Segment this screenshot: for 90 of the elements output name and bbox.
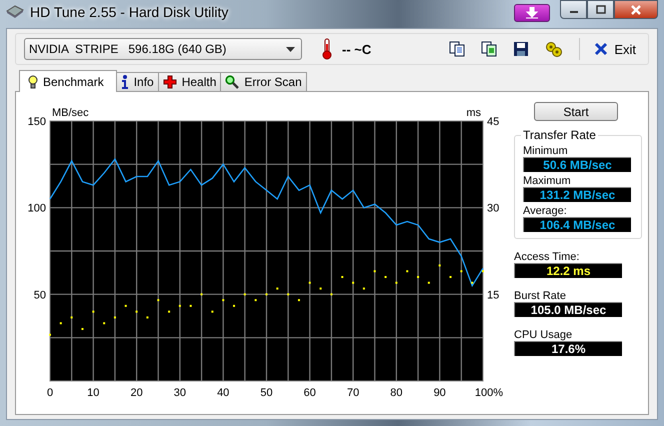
access-time-point: [276, 288, 278, 290]
stat-value: 105.0 MB/sec: [514, 302, 622, 317]
tick-label: 50: [34, 289, 46, 302]
download-button[interactable]: [514, 4, 550, 22]
tick-label: 70: [346, 387, 360, 399]
access-time-point: [244, 293, 246, 296]
stat-value: 50.6 MB/sec: [523, 157, 631, 172]
access-time-point: [157, 299, 160, 302]
magnifier-icon: [225, 75, 240, 89]
access-time-point: [352, 282, 354, 284]
access-time-point: [298, 299, 300, 302]
access-time-point: [395, 282, 398, 284]
access-time-point: [200, 293, 203, 296]
access-time-point: [114, 316, 116, 318]
tab[interactable]: Benchmark: [19, 70, 117, 92]
access-time-point: [254, 299, 257, 302]
stat-label: Access Time:: [514, 251, 580, 263]
close-icon: [594, 42, 608, 56]
axis-label: ms: [466, 107, 481, 119]
tick-label: 15: [487, 289, 500, 302]
info-icon: [120, 75, 129, 89]
tick-label: 50: [260, 387, 273, 399]
access-time-point: [103, 322, 106, 324]
down-arrow-icon: [525, 7, 539, 19]
stat-value: 17.6%: [514, 341, 622, 356]
light-bulb-icon: [28, 74, 38, 88]
stat-value: 12.2 ms: [514, 263, 622, 278]
tick-label: 100: [28, 202, 46, 215]
maximize-icon: [596, 5, 606, 14]
access-time-point: [406, 270, 408, 272]
access-time-point: [190, 304, 192, 307]
close-icon: [630, 4, 642, 14]
tick-label: 150: [28, 116, 46, 128]
tick-label: 30: [174, 387, 186, 399]
copy-all-icon[interactable]: [479, 39, 500, 59]
access-time-point: [308, 282, 311, 284]
thermometer-icon: [322, 38, 332, 60]
stat-value: 131.2 MB/sec: [523, 187, 631, 202]
access-time-point: [146, 316, 148, 318]
stat-label: Average:: [523, 205, 568, 217]
access-time-point: [428, 282, 430, 284]
access-time-point: [362, 288, 365, 290]
access-time-point: [70, 316, 73, 318]
access-time-point: [438, 264, 441, 266]
cross-icon: [162, 75, 177, 89]
tab[interactable]: Info: [116, 72, 159, 91]
tab[interactable]: Error Scan: [220, 72, 307, 91]
tab[interactable]: Health: [158, 72, 222, 91]
drive-dropdown[interactable]: NVIDIA STRIPE 596.18G (640 GB): [24, 38, 302, 60]
tick-label: 20: [130, 387, 143, 399]
group-title: Transfer Rate: [521, 128, 598, 142]
access-time-point: [178, 304, 181, 307]
window-title: HD Tune 2.55 - Hard Disk Utility: [30, 4, 228, 20]
stat-label: Maximum: [523, 175, 572, 187]
access-time-point: [60, 322, 62, 324]
stat-value: 106.4 MB/sec: [523, 217, 631, 232]
exit-button[interactable]: Exit: [590, 40, 640, 58]
tick-label: 100%: [474, 387, 504, 399]
tick-label: 30: [487, 202, 500, 215]
access-time-point: [460, 270, 462, 272]
access-time-point: [374, 270, 376, 272]
temperature-reading: -- ~C: [342, 42, 372, 56]
access-time-point: [320, 288, 322, 290]
stat-label: CPU Usage: [514, 329, 574, 341]
access-time-point: [168, 310, 170, 313]
dropdown-caret-icon: [286, 46, 295, 52]
minimize-button[interactable]: [560, 0, 587, 19]
access-time-point: [330, 293, 332, 296]
tick-label: 0: [46, 387, 54, 399]
access-time-point: [287, 293, 290, 296]
tick-label: 10: [87, 387, 100, 399]
close-button[interactable]: [614, 0, 658, 19]
axis-label: MB/sec: [52, 107, 89, 119]
access-time-point: [471, 282, 474, 284]
stat-label: Minimum: [523, 145, 569, 157]
tick-label: 45: [487, 116, 500, 128]
access-time-point: [124, 304, 127, 307]
access-time-point: [211, 310, 214, 313]
access-time-point: [136, 310, 138, 313]
tick-label: 60: [304, 387, 316, 399]
tick-label: 80: [390, 387, 403, 399]
start-button[interactable]: Start: [534, 102, 618, 121]
copy-icon[interactable]: [447, 39, 468, 59]
access-time-point: [92, 310, 94, 313]
tick-label: 90: [434, 387, 446, 399]
tick-label: 40: [217, 387, 230, 399]
stat-label: Burst Rate: [514, 290, 567, 302]
access-time-point: [222, 299, 224, 302]
maximize-button[interactable]: [587, 0, 614, 19]
access-time-point: [233, 304, 236, 307]
